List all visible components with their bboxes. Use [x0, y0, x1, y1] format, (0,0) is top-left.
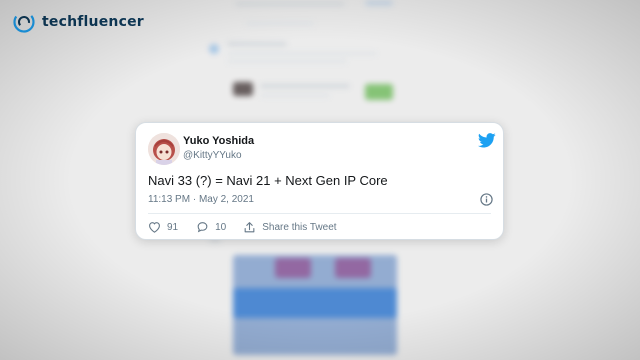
tweet-timestamp[interactable]: 11:13 PM · May 2, 2021 — [148, 194, 254, 205]
logo-text: techfluencer — [42, 14, 144, 30]
avatar[interactable] — [148, 133, 180, 165]
reply-count: 10 — [215, 221, 227, 233]
tweet-card[interactable]: Yuko Yoshida @KittyYYuko Navi 33 (?) = N… — [135, 122, 504, 240]
techfluencer-logo-icon — [13, 11, 35, 33]
divider — [148, 213, 491, 214]
avatar-image — [148, 133, 180, 165]
twitter-bird-icon[interactable] — [478, 133, 496, 148]
info-icon[interactable] — [480, 193, 493, 206]
like-count: 91 — [167, 221, 179, 233]
share-icon — [244, 221, 255, 232]
author-name[interactable]: Yuko Yoshida — [183, 135, 254, 147]
share-button[interactable]: Share this Tweet — [243, 221, 337, 234]
reply-button[interactable]: 10 — [196, 221, 226, 233]
like-button[interactable]: 91 — [148, 221, 178, 233]
author-handle[interactable]: @KittyYYuko — [183, 150, 242, 161]
tweet-actions: 91 10 Share this Tweet — [148, 220, 337, 234]
heart-icon — [149, 222, 160, 233]
tweet-text: Navi 33 (?) = Navi 21 + Next Gen IP Core — [148, 173, 388, 188]
share-label: Share this Tweet — [262, 221, 337, 233]
reply-icon — [197, 222, 208, 233]
techfluencer-logo[interactable]: techfluencer — [12, 10, 144, 34]
